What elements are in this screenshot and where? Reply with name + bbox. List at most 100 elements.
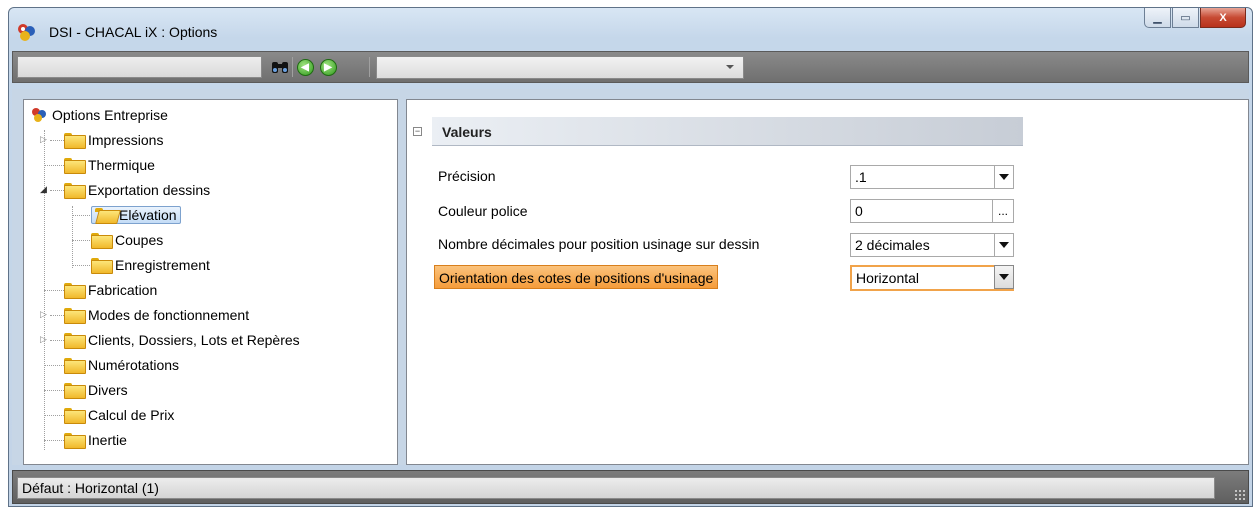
tree-item-numerotations[interactable]: Numérotations [24, 354, 179, 376]
app-logo-icon [15, 21, 37, 43]
precision-value: .1 [855, 169, 867, 185]
minimize-icon: ▁ [1153, 12, 1162, 24]
tree-item-label: Impressions [88, 132, 164, 148]
back-button[interactable]: ◀ [296, 58, 314, 76]
tree-item-inertie[interactable]: Inertie [24, 429, 127, 451]
back-arrow-icon: ◀ [296, 58, 314, 76]
options-window: DSI - CHACAL iX : Options ▁ ▭ X ◀ ▶ Opti… [8, 7, 1253, 507]
group-title: Valeurs [432, 117, 1023, 146]
folder-icon [91, 258, 113, 274]
folder-icon [64, 333, 86, 349]
tree-line [50, 140, 64, 141]
folder-icon [64, 283, 86, 299]
expand-icon[interactable]: ▷ [40, 310, 49, 319]
ellipsis-button[interactable]: ... [992, 199, 1014, 223]
tree-item-divers[interactable]: Divers [24, 379, 128, 401]
options-root-icon [30, 106, 48, 124]
selected-item-highlight[interactable]: Elévation [91, 206, 181, 224]
tree-line [50, 190, 64, 191]
tree-item-label: Divers [88, 382, 128, 398]
tree-line [44, 440, 64, 441]
navigation-combo[interactable] [376, 56, 744, 79]
property-label-couleur-police[interactable]: Couleur police [434, 199, 532, 223]
tree-line [72, 265, 90, 266]
tree-root[interactable]: Options Entreprise [30, 104, 168, 126]
folder-icon [64, 408, 86, 424]
tree-item-label: Calcul de Prix [88, 407, 175, 423]
collapse-group-icon[interactable]: − [413, 127, 422, 136]
folder-icon [64, 158, 86, 174]
tree-item-label: Fabrication [88, 282, 158, 298]
tree-item-thermique[interactable]: Thermique [24, 154, 155, 176]
tree-item-label: Numérotations [88, 357, 180, 373]
options-tree[interactable]: Options Entreprise ▷ Impressions Thermiq… [23, 99, 398, 465]
dropdown-button[interactable] [994, 265, 1014, 289]
toolbar-separator [292, 57, 293, 77]
forward-button[interactable]: ▶ [319, 58, 337, 76]
nombre-decimales-value: 2 décimales [855, 237, 930, 253]
property-grid: − Valeurs Précision .1 Couleur police 0 … [406, 99, 1249, 465]
tree-line [44, 365, 64, 366]
tree-item-label: Modes de fonctionnement [88, 307, 250, 323]
minimize-button[interactable]: ▁ [1144, 8, 1171, 28]
tree-item-coupes[interactable]: Coupes [24, 229, 163, 251]
collapse-icon[interactable]: ◢ [40, 185, 49, 194]
forward-arrow-icon: ▶ [319, 58, 337, 76]
maximize-button[interactable]: ▭ [1172, 8, 1199, 28]
dropdown-arrow-icon [999, 174, 1009, 180]
tree-line [44, 290, 64, 291]
tree-item-label: Enregistrement [115, 257, 210, 273]
tree-item-enregistrement[interactable]: Enregistrement [24, 254, 210, 276]
property-label-precision[interactable]: Précision [434, 164, 500, 188]
tree-item-label: Inertie [88, 432, 127, 448]
property-label-orientation[interactable]: Orientation des cotes de positions d'usi… [434, 265, 719, 289]
folder-icon [64, 358, 86, 374]
tree-item-calcul-de-prix[interactable]: Calcul de Prix [24, 404, 174, 426]
main-area: Options Entreprise ▷ Impressions Thermiq… [12, 89, 1249, 465]
tree-item-label: Clients, Dossiers, Lots et Repères [88, 332, 300, 348]
tree-item-modes-de-fonctionnement[interactable]: ▷ Modes de fonctionnement [24, 304, 249, 326]
tree-item-fabrication[interactable]: Fabrication [24, 279, 157, 301]
expand-icon[interactable]: ▷ [40, 335, 49, 344]
search-input[interactable] [17, 56, 262, 78]
status-text: Défaut : Horizontal (1) [17, 477, 1215, 499]
tree-item-label: Elévation [119, 207, 177, 223]
tree-line [44, 415, 64, 416]
tree-item-clients-dossiers[interactable]: ▷ Clients, Dossiers, Lots et Repères [24, 329, 300, 351]
folder-icon [64, 133, 86, 149]
window-title: DSI - CHACAL iX : Options [49, 24, 218, 40]
tree-item-impressions[interactable]: ▷ Impressions [24, 129, 163, 151]
toolbar-separator [369, 57, 370, 77]
resize-grip-icon[interactable] [1234, 489, 1246, 501]
orientation-select[interactable]: Horizontal [850, 265, 1014, 291]
dropdown-arrow-icon [999, 242, 1009, 248]
status-bar: Défaut : Horizontal (1) [12, 470, 1249, 504]
tree-item-label: Thermique [88, 157, 155, 173]
binoculars-icon[interactable] [271, 58, 289, 76]
dropdown-button[interactable] [994, 233, 1014, 257]
tree-line [44, 165, 64, 166]
precision-select[interactable]: .1 [850, 165, 1014, 189]
nombre-decimales-select[interactable]: 2 décimales [850, 233, 1014, 257]
close-button[interactable]: X [1200, 8, 1246, 28]
expand-icon[interactable]: ▷ [40, 135, 49, 144]
dropdown-arrow-icon [999, 274, 1009, 280]
orientation-value: Horizontal [856, 270, 920, 286]
property-label-nombre-decimales[interactable]: Nombre décimales pour position usinage s… [434, 232, 763, 256]
tree-line [72, 240, 90, 241]
tree-item-label: Exportation dessins [88, 182, 211, 198]
folder-icon [64, 183, 86, 199]
chevron-down-icon [726, 65, 734, 69]
tree-line [50, 340, 64, 341]
couleur-police-field[interactable]: 0 ... [850, 199, 1014, 223]
maximize-icon: ▭ [1180, 12, 1191, 24]
toolbar: ◀ ▶ [12, 51, 1249, 83]
tree-item-exportation-dessins[interactable]: ◢ Exportation dessins [24, 179, 210, 201]
group-header-valeurs[interactable]: − Valeurs [413, 117, 1023, 146]
tree-root-label: Options Entreprise [52, 107, 168, 123]
tree-line [44, 390, 64, 391]
folder-icon [64, 308, 86, 324]
dropdown-button[interactable] [994, 165, 1014, 189]
tree-item-elevation[interactable]: Elévation [24, 204, 181, 226]
couleur-police-value: 0 [855, 203, 863, 219]
